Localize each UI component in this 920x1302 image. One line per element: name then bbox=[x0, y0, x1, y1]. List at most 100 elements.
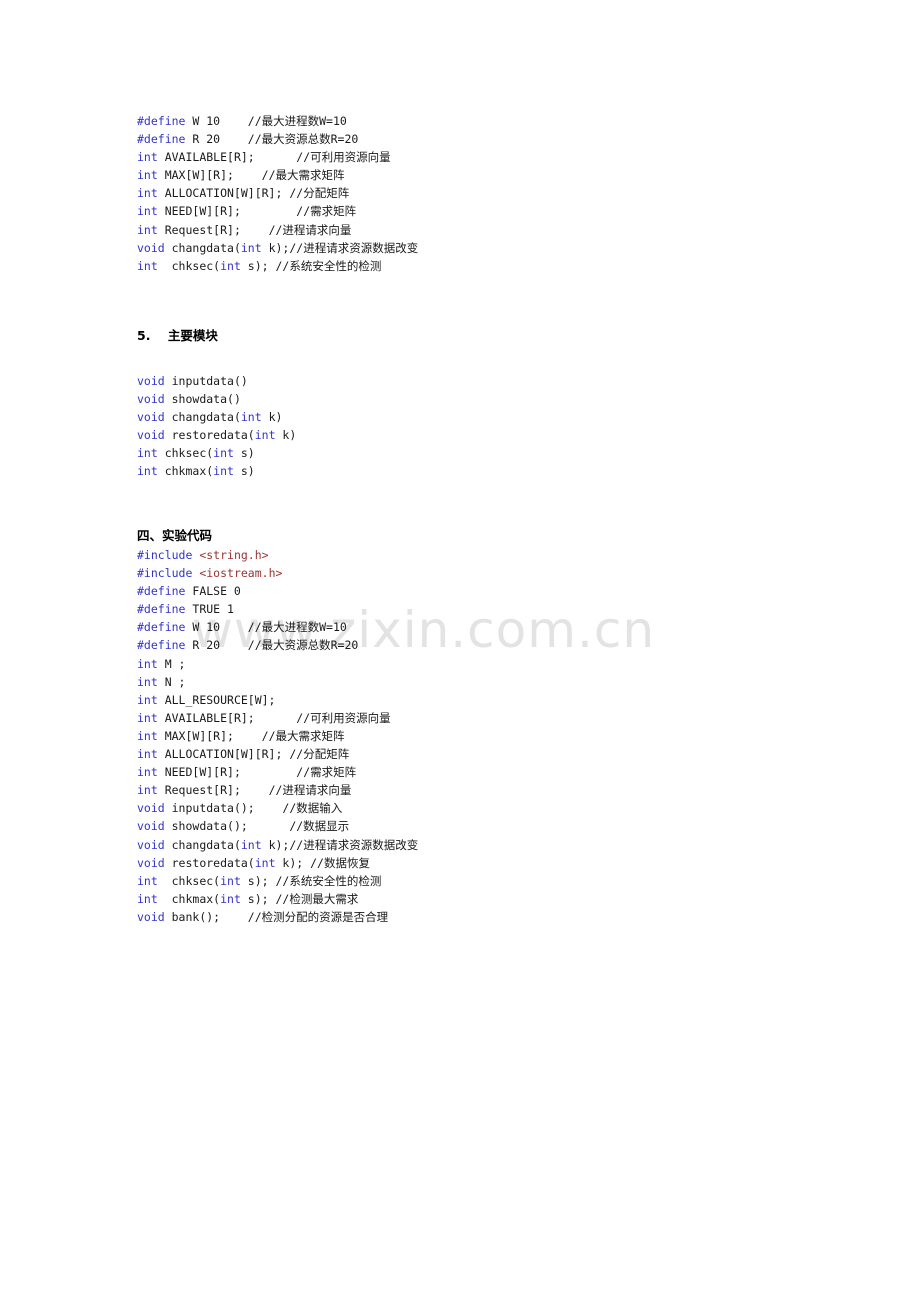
code-token-cmt: //进程请求向量 bbox=[268, 783, 352, 798]
code-token-id: k); bbox=[261, 837, 290, 852]
code-line: void bank(); //检测分配的资源是否合理 bbox=[137, 908, 418, 926]
code-token-id: FALSE 0 bbox=[185, 584, 241, 599]
code-token-id: R 20 bbox=[185, 638, 248, 653]
code-token-id: k) bbox=[261, 410, 283, 425]
code-line: int AVAILABLE[R]; //可利用资源向量 bbox=[137, 709, 418, 727]
code-line: int chksec(int s) bbox=[137, 444, 296, 462]
code-token-kw: void bbox=[137, 428, 165, 443]
code-token-kw: int bbox=[137, 783, 158, 798]
code-token-kw: int bbox=[240, 837, 262, 852]
code-block-modules: void inputdata() void showdata() void chan… bbox=[137, 372, 296, 481]
code-token-cmt: //系统安全性的检测 bbox=[275, 258, 382, 273]
heading-number: 5. bbox=[137, 328, 151, 343]
code-token-id: M ; bbox=[157, 656, 186, 671]
code-line: void changdata(int k);//进程请求资源数据改变 bbox=[137, 836, 418, 854]
code-token-id: showdata(); bbox=[164, 819, 290, 834]
code-token-id: k); bbox=[275, 855, 311, 870]
document-page: www.zixin.com.cn #define W 10 //最大进程数W=1… bbox=[0, 0, 920, 1302]
code-token-id: W 10 bbox=[185, 114, 248, 128]
code-token-cmt: //检测最大需求 bbox=[275, 891, 359, 906]
code-line: int Request[R]; //进程请求向量 bbox=[137, 221, 418, 239]
code-line: int Request[R]; //进程请求向量 bbox=[137, 781, 418, 799]
code-token-kw: int bbox=[137, 222, 158, 237]
code-line: int chksec(int s); //系统安全性的检测 bbox=[137, 257, 418, 275]
code-line: int ALL_RESOURCE[W]; bbox=[137, 691, 418, 709]
code-token-kw: int bbox=[137, 692, 158, 707]
code-token-cmt: //分配矩阵 bbox=[289, 747, 350, 762]
code-token-id: AVAILABLE[R]; bbox=[157, 710, 297, 725]
code-token-id: restoredata( bbox=[164, 855, 255, 870]
code-token-kw: int bbox=[137, 168, 158, 183]
code-line: #include <iostream.h> bbox=[137, 564, 418, 582]
code-line: void restoredata(int k) bbox=[137, 426, 296, 444]
code-token-id: W 10 bbox=[185, 620, 248, 635]
code-line: void changdata(int k) bbox=[137, 408, 296, 426]
code-token-id: s); bbox=[240, 873, 276, 888]
code-token-id: TRUE 1 bbox=[185, 602, 234, 617]
code-token-id: ALLOCATION[W][R]; bbox=[157, 747, 290, 762]
code-token-id: chksec( bbox=[157, 873, 221, 888]
code-token-kw: int bbox=[240, 410, 262, 425]
code-token-kw: int bbox=[137, 891, 158, 906]
code-token-hdr: <string.h> bbox=[199, 548, 269, 562]
code-line: #define R 20 //最大资源总数R=20 bbox=[137, 636, 418, 654]
code-token-kw: int bbox=[137, 873, 158, 888]
code-token-id: chkmax( bbox=[157, 464, 214, 479]
code-token-id: inputdata() bbox=[164, 374, 248, 388]
code-token-kw: #define bbox=[137, 114, 186, 128]
code-token-id: chksec( bbox=[157, 446, 214, 461]
code-token-kw: int bbox=[213, 446, 234, 461]
code-token-kw: int bbox=[220, 258, 241, 273]
code-line: void restoredata(int k); //数据恢复 bbox=[137, 854, 418, 872]
heading-main-modules: 5. 主要模块 bbox=[137, 325, 218, 344]
code-token-kw: int bbox=[137, 674, 158, 689]
code-token-kw: int bbox=[137, 464, 158, 479]
code-line: int NEED[W][R]; //需求矩阵 bbox=[137, 202, 418, 220]
code-token-kw: int bbox=[137, 446, 158, 461]
code-token-id: changdata( bbox=[164, 240, 241, 255]
code-token-kw: int bbox=[220, 891, 241, 906]
code-token-id: MAX[W][R]; bbox=[157, 728, 262, 743]
code-token-kw: int bbox=[137, 656, 158, 671]
code-token-id: N ; bbox=[157, 674, 186, 689]
code-token-kw: void bbox=[137, 837, 165, 852]
code-token-kw: void bbox=[137, 374, 165, 388]
code-token-kw: int bbox=[220, 873, 241, 888]
code-line: int chksec(int s); //系统安全性的检测 bbox=[137, 872, 418, 890]
code-token-id: s); bbox=[240, 258, 276, 273]
code-line: int N ; bbox=[137, 673, 418, 691]
code-token-kw: void bbox=[137, 240, 165, 255]
code-line: #define W 10 //最大进程数W=10 bbox=[137, 112, 418, 130]
code-line: int MAX[W][R]; //最大需求矩阵 bbox=[137, 727, 418, 745]
code-token-id: Request[R]; bbox=[157, 222, 269, 237]
code-line: int ALLOCATION[W][R]; //分配矩阵 bbox=[137, 745, 418, 763]
code-token-inc: #include bbox=[137, 548, 193, 562]
code-token-cmt: //最大资源总数R=20 bbox=[247, 638, 359, 653]
code-line: #define W 10 //最大进程数W=10 bbox=[137, 618, 418, 636]
code-token-id: ALL_RESOURCE[W]; bbox=[157, 692, 276, 707]
code-token-id: s); bbox=[240, 891, 276, 906]
code-token-kw: #define bbox=[137, 132, 186, 147]
code-token-cmt: //需求矩阵 bbox=[296, 204, 357, 219]
code-token-id: chksec( bbox=[157, 258, 221, 273]
code-token-kw: void bbox=[137, 801, 165, 816]
code-token-kw: #define bbox=[137, 602, 186, 617]
code-token-id: s) bbox=[233, 464, 255, 479]
code-token-kw: int bbox=[240, 240, 262, 255]
code-token-id: R 20 bbox=[185, 132, 248, 147]
code-token-id: k) bbox=[275, 428, 297, 443]
code-token-kw: void bbox=[137, 410, 165, 425]
code-block-declarations: #define W 10 //最大进程数W=10 #define R 20 //最… bbox=[137, 112, 418, 275]
code-line: void showdata() bbox=[137, 390, 296, 408]
code-line: int chkmax(int s); //检测最大需求 bbox=[137, 890, 418, 908]
code-token-id: restoredata( bbox=[164, 428, 255, 443]
code-token-cmt: //数据恢复 bbox=[310, 855, 370, 870]
code-token-cmt: //需求矩阵 bbox=[296, 765, 357, 780]
code-token-id: k); bbox=[261, 240, 290, 255]
code-token-cmt: //数据显示 bbox=[289, 819, 350, 834]
code-token-cmt: //最大需求矩阵 bbox=[261, 728, 345, 743]
code-token-id: MAX[W][R]; bbox=[157, 168, 262, 183]
code-token-id: changdata( bbox=[164, 410, 241, 425]
code-token-cmt: //进程请求资源数据改变 bbox=[289, 837, 419, 852]
code-token-kw: int bbox=[137, 150, 158, 165]
